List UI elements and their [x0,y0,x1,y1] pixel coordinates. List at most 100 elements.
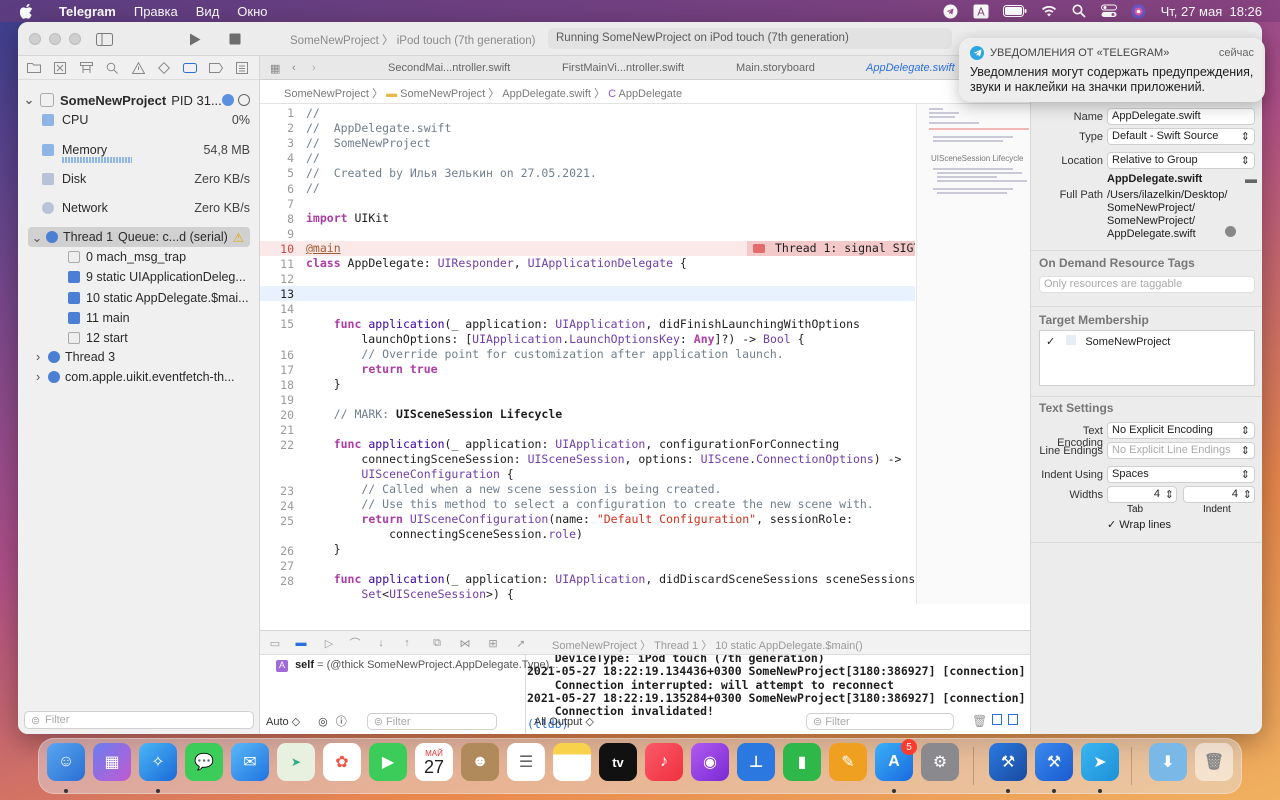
tv-icon[interactable]: tv [599,743,637,781]
gauge-memory[interactable]: Memory 54,8 MB [18,140,260,160]
stack-frame-row[interactable]: 11 main [18,308,260,328]
sidebar-toggle-icon[interactable] [94,30,114,48]
symbol-navigator-icon[interactable] [78,61,94,75]
gauge-cpu[interactable]: CPU 0% [18,110,260,130]
split-left-icon[interactable] [992,714,1002,725]
telegram-status-icon[interactable] [943,4,959,18]
stack-frame-row[interactable]: 12 start [18,328,260,348]
split-right-icon[interactable] [1008,714,1018,725]
gauge-network[interactable]: Network Zero KB/s [18,198,260,218]
downloads-folder-icon[interactable]: ⬇ [1149,743,1187,781]
continue-icon[interactable]: ▷ [322,637,336,650]
apple-menu-icon[interactable] [18,3,34,19]
menu-edit[interactable]: Правка [125,4,187,19]
location-icon[interactable]: ➚ [514,637,528,650]
report-navigator-icon[interactable] [234,61,250,75]
menu-app-name[interactable]: Telegram [50,4,125,19]
back-icon[interactable]: ‹ [292,62,296,74]
line-endings-popup[interactable]: No Explicit Line Endings ⇕ [1107,442,1255,459]
tab-main-storyboard[interactable]: Main.storyboard [736,62,815,74]
trash-icon[interactable]: 🗑 [1195,743,1233,781]
launchpad-icon[interactable]: ▦ [93,743,131,781]
checkbox-checked-icon[interactable]: ✓ [1107,519,1116,531]
tab-firstmain[interactable]: FirstMainVi...ntroller.swift [562,62,684,74]
finder-icon[interactable]: ☺ [47,743,85,781]
find-navigator-icon[interactable] [104,61,120,75]
variable-row[interactable]: A self = (@thick SomeNewProject.AppDeleg… [276,659,558,672]
variables-scope-popup[interactable]: Auto ◇ [266,715,300,728]
facetime-icon[interactable]: ▶ [369,743,407,781]
code-area[interactable]: Thread 1: signal SIGTERM 123456789101112… [260,104,915,604]
step-into-icon[interactable]: ↓ [374,637,388,649]
stop-button-icon[interactable] [226,30,244,48]
text-encoding-popup[interactable]: No Explicit Encoding ⇕ [1107,422,1255,439]
tab-secondmain[interactable]: SecondMai...ntroller.swift [388,62,510,74]
info-icon[interactable]: ⓘ [336,713,347,729]
run-button-icon[interactable] [186,30,204,48]
breakpoints-toggle-icon[interactable]: ▬ [294,637,308,649]
indent-using-popup[interactable]: Spaces ⇕ [1107,466,1255,483]
input-source-icon[interactable]: A [973,4,989,18]
variables-filter-input[interactable]: ⊜ Filter [366,712,497,730]
name-field[interactable]: AppDelegate.swift [1107,108,1255,125]
issue-navigator-icon[interactable] [130,61,146,75]
hide-debug-area-icon[interactable]: ▭ [268,637,282,650]
eye-icon[interactable]: ◎ [318,715,328,728]
target-row[interactable]: ✓ SomeNewProject [1046,335,1170,348]
memory-graph-icon[interactable]: ⋈ [458,637,472,650]
app-store-icon[interactable]: A 5 [875,739,917,781]
maps-icon[interactable]: ➤ [277,743,315,781]
breadcrumb-project[interactable]: SomeNewProject [552,640,637,652]
disclosure-open-icon[interactable]: ⌄ [28,230,46,245]
process-row[interactable]: ⌄ SomeNewProject PID 31... [18,90,260,110]
jumpbar-symbol[interactable]: AppDelegate [618,88,682,100]
stepper-icon[interactable]: ⇕ [1165,488,1174,501]
jumpbar-group[interactable]: SomeNewProject [400,88,485,100]
reveal-arrow-icon[interactable] [1225,226,1236,237]
messages-icon[interactable]: 💬 [185,743,223,781]
pages-icon[interactable]: ✎ [829,743,867,781]
debug-navigator-icon[interactable] [182,61,198,75]
folder-icon[interactable]: ▬ [1245,172,1257,186]
disclosure-open-icon[interactable]: ⌄ [18,92,40,108]
mail-icon[interactable]: ✉ [231,743,269,781]
stack-frame-row-selected[interactable]: 10 static AppDelegate.$mai... [18,288,260,308]
type-popup[interactable]: Default - Swift Source ⇕ [1107,128,1255,145]
zoom-window-button[interactable] [69,33,81,45]
minimap[interactable]: UISceneSession Lifecycle [916,104,1030,604]
thread-1-row[interactable]: ⌄ Thread 1 Queue: c...d (serial) ⚠ [28,227,250,247]
console-filter-field[interactable]: ⊜ Filter [806,712,954,730]
thread-3-row[interactable]: › Thread 3 [18,347,260,367]
siri-icon[interactable] [1131,4,1147,18]
forward-icon[interactable]: › [312,62,316,74]
source-control-icon[interactable] [52,61,68,75]
minimize-window-button[interactable] [49,33,61,45]
stack-frame-row[interactable]: 0 mach_msg_trap [18,247,260,267]
tab-appdelegate[interactable]: AppDelegate.swift [866,62,955,74]
simulator-icon[interactable]: ⚒ [1035,743,1073,781]
close-window-button[interactable] [29,33,41,45]
jumpbar-project[interactable]: SomeNewProject [284,88,369,100]
numbers-icon[interactable]: ▮ [783,743,821,781]
spotlight-icon[interactable] [1071,4,1087,18]
console-filter-input[interactable]: ⊜ Filter [806,710,956,732]
trash-icon[interactable]: 🗑 [972,714,987,728]
photos-icon[interactable]: ✿ [323,743,361,781]
breadcrumb-thread[interactable]: Thread 1 [654,640,698,652]
indent-width-stepper[interactable]: 4 ⇕ [1183,486,1255,503]
pause-icon[interactable] [238,94,250,106]
wrap-lines-row[interactable]: ✓ Wrap lines [1107,518,1171,531]
navigator-filter-input[interactable]: ⊜ Filter [24,711,254,729]
folder-icon[interactable] [26,61,42,75]
eventfetch-thread-row[interactable]: › com.apple.uikit.eventfetch-th... [18,367,260,387]
checkbox-checked-icon[interactable]: ✓ [1046,336,1055,348]
view-hierarchy-icon[interactable]: ⧉ [430,637,444,649]
contacts-icon[interactable]: ☻ [461,743,499,781]
music-icon[interactable]: ♪ [645,743,683,781]
environment-icon[interactable]: ⊞ [486,637,500,650]
tab-width-stepper[interactable]: 4 ⇕ [1107,486,1177,503]
error-annotation[interactable]: Thread 1: signal SIGTERM [747,241,915,256]
xcode-icon[interactable]: ⚒ [989,743,1027,781]
disclosure-closed-icon[interactable]: › [36,370,48,384]
telegram-notification[interactable]: УВЕДОМЛЕНИЯ ОТ «TELEGRAM» сейчас Уведомл… [959,38,1265,102]
